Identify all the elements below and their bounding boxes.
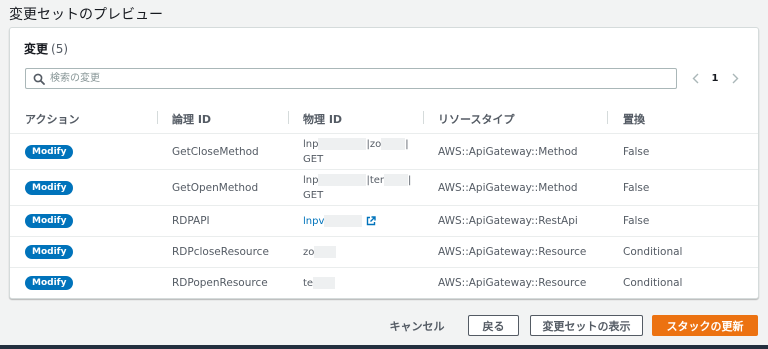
- table-row: Modify RDPopenResource te AWS::ApiGatewa…: [10, 268, 758, 298]
- resource-type: AWS::ApiGateway::Resource: [438, 246, 587, 258]
- physical-id-text: |: [408, 175, 412, 186]
- replacement: Conditional: [623, 277, 683, 289]
- physical-id-text: zo: [303, 247, 315, 258]
- column-divider: [157, 111, 158, 124]
- physical-id-method: GET: [303, 190, 324, 201]
- physical-id-text: te: [303, 278, 314, 289]
- column-header-action[interactable]: アクション: [25, 111, 79, 127]
- update-stack-button[interactable]: スタックの更新: [652, 315, 758, 336]
- column-divider: [607, 111, 608, 124]
- column-header-resource-type[interactable]: リソースタイプ: [438, 111, 514, 127]
- physical-id-link[interactable]: lnpv: [303, 216, 324, 227]
- external-link-icon[interactable]: [366, 216, 377, 226]
- redaction: [384, 174, 409, 186]
- back-button[interactable]: 戻る: [468, 315, 519, 336]
- physical-id: lnp |ter | GET: [303, 173, 411, 203]
- changes-count: (5): [51, 42, 69, 56]
- action-badge: Modify: [25, 276, 74, 290]
- physical-id: lnpv: [303, 214, 377, 229]
- redaction: [318, 174, 367, 186]
- table-row: Modify RDPcloseResource zo AWS::ApiGatew…: [10, 237, 758, 268]
- search-input[interactable]: [50, 70, 670, 87]
- physical-id-text: |: [405, 139, 409, 150]
- table-row: Modify GetCloseMethod lnp |zo | GET AWS::A…: [10, 134, 758, 170]
- bottom-bar: [0, 345, 768, 349]
- redaction: [324, 215, 363, 227]
- action-badge: Modify: [25, 245, 74, 259]
- column-header-logical-id[interactable]: 論理 ID: [172, 111, 211, 127]
- logical-id: GetCloseMethod: [172, 146, 259, 158]
- redaction: [313, 277, 336, 289]
- pagination: 1: [688, 68, 742, 89]
- replacement: False: [623, 215, 650, 227]
- resource-type: AWS::ApiGateway::Method: [438, 146, 578, 158]
- panel-title: 変更: [24, 42, 49, 56]
- page-title: 変更セットのプレビュー: [9, 7, 163, 23]
- view-changeset-button[interactable]: 変更セットの表示: [530, 315, 643, 336]
- replacement: False: [623, 182, 650, 194]
- replacement: False: [623, 146, 650, 158]
- physical-id: zo: [303, 245, 337, 260]
- table-row: Modify GetOpenMethod lnp |ter | GET AWS::A…: [10, 170, 758, 206]
- action-badge: Modify: [25, 214, 74, 228]
- physical-id-text: |ter: [366, 175, 385, 186]
- redaction: [381, 138, 406, 150]
- physical-id-text: |zo: [366, 139, 382, 150]
- resource-type: AWS::ApiGateway::Method: [438, 182, 578, 194]
- physical-id-text: lnp: [303, 175, 319, 186]
- panel-header: 変更 (5): [24, 40, 68, 57]
- physical-id: te: [303, 276, 336, 291]
- chevron-right-icon: [732, 73, 738, 84]
- redaction: [314, 246, 337, 258]
- logical-id: RDPcloseResource: [172, 246, 269, 258]
- logical-id: GetOpenMethod: [172, 182, 259, 194]
- replacement: Conditional: [623, 246, 683, 258]
- table-row: Modify RDPAPI lnpv AWS::ApiGateway::Rest…: [10, 206, 758, 237]
- current-page[interactable]: 1: [702, 73, 728, 84]
- table-header: アクション 論理 ID 物理 ID リソースタイプ 置換: [10, 101, 758, 134]
- redaction: [318, 138, 367, 150]
- previous-page-button[interactable]: [688, 68, 702, 89]
- search-box[interactable]: [25, 68, 677, 89]
- cancel-button[interactable]: キャンセル: [378, 315, 456, 336]
- logical-id: RDPopenResource: [172, 277, 268, 289]
- column-header-physical-id[interactable]: 物理 ID: [303, 111, 342, 127]
- column-divider: [423, 111, 424, 124]
- physical-id: lnp |zo | GET: [303, 137, 409, 167]
- next-page-button[interactable]: [728, 68, 742, 89]
- chevron-left-icon: [692, 73, 698, 84]
- resource-type: AWS::ApiGateway::Resource: [438, 277, 587, 289]
- column-divider: [288, 111, 289, 124]
- physical-id-text: lnp: [303, 139, 319, 150]
- column-header-replacement[interactable]: 置換: [623, 111, 645, 127]
- action-badge: Modify: [25, 181, 74, 195]
- changes-panel: 変更(5) 1 アクション 論理 ID 物理 ID リソースタイプ 置換 Mod…: [9, 27, 759, 299]
- physical-id-method: GET: [303, 154, 324, 165]
- action-badge: Modify: [25, 145, 74, 159]
- search-icon: [33, 73, 45, 85]
- logical-id: RDPAPI: [172, 215, 210, 227]
- resource-type: AWS::ApiGateway::RestApi: [438, 215, 578, 227]
